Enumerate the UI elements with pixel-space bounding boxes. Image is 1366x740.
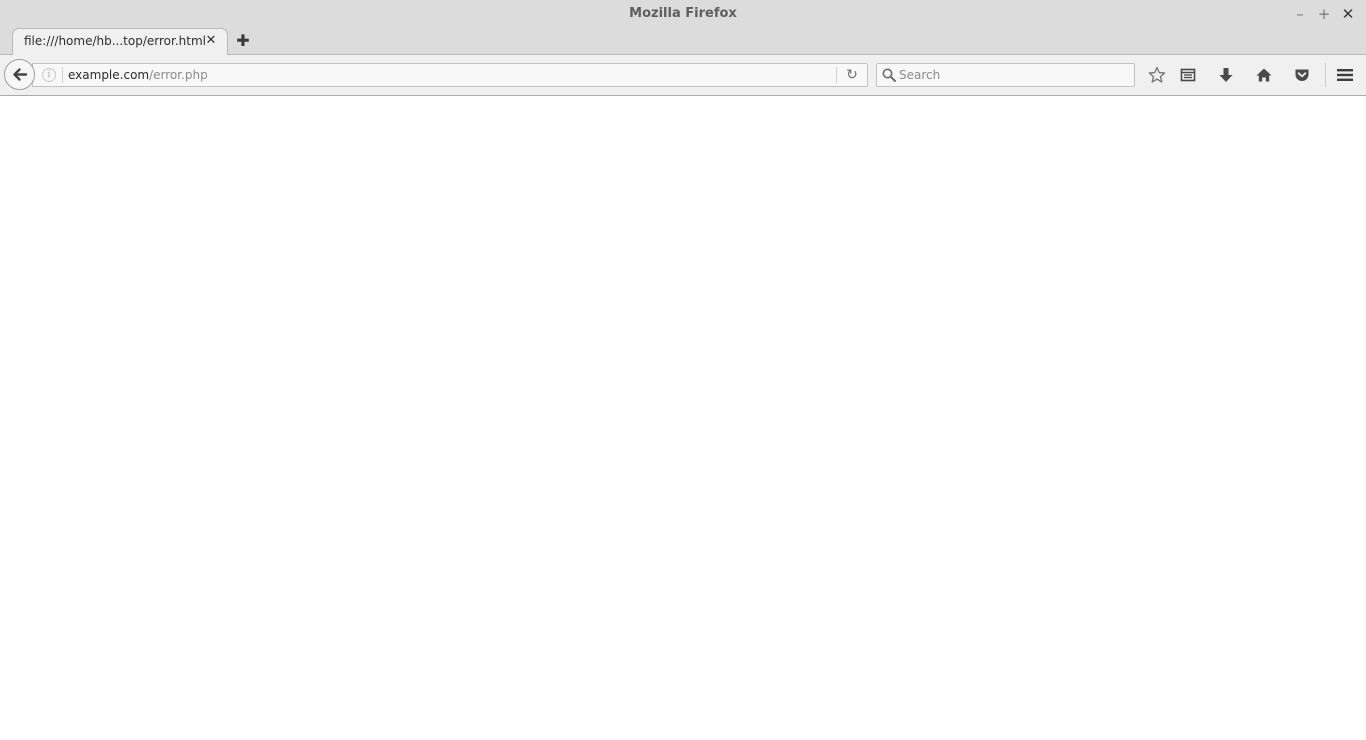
maximize-button[interactable]: + xyxy=(1314,4,1334,24)
tab-close-icon[interactable]: ✕ xyxy=(203,32,219,50)
tab-error-html[interactable]: file:///home/hb...top/error.html ✕ xyxy=(12,28,228,55)
new-tab-button[interactable]: ✚ xyxy=(233,31,253,51)
tab-label: file:///home/hb...top/error.html xyxy=(24,34,206,48)
reload-icon[interactable]: ↻ xyxy=(843,66,861,84)
site-info-icon[interactable]: i xyxy=(42,68,56,82)
search-input[interactable] xyxy=(899,66,1129,84)
url-bar[interactable]: i example.com/error.php ↻ xyxy=(32,63,868,87)
url-path: /error.php xyxy=(149,68,208,82)
back-arrow-icon xyxy=(13,68,28,81)
navigation-toolbar: i example.com/error.php ↻ xyxy=(0,55,1366,96)
download-arrow-icon[interactable] xyxy=(1216,65,1236,85)
search-icon xyxy=(882,68,896,82)
back-button[interactable] xyxy=(4,59,35,90)
window-title: Mozilla Firefox xyxy=(629,6,737,21)
toolbar-divider xyxy=(1325,63,1326,87)
pocket-icon[interactable] xyxy=(1292,65,1312,85)
close-window-button[interactable]: ✕ xyxy=(1338,4,1358,24)
search-bar[interactable] xyxy=(876,63,1135,87)
url-divider xyxy=(836,67,837,83)
tab-strip: file:///home/hb...top/error.html ✕ ✚ xyxy=(0,28,1366,55)
url-host: example.com xyxy=(68,68,150,82)
home-icon[interactable] xyxy=(1254,65,1274,85)
title-bar: Mozilla Firefox – + ✕ xyxy=(0,0,1366,28)
url-divider xyxy=(62,67,63,83)
browser-window: Mozilla Firefox – + ✕ file:///home/hb...… xyxy=(0,0,1366,740)
url-text[interactable]: example.com/error.php xyxy=(68,68,208,82)
reading-list-icon[interactable] xyxy=(1178,65,1198,85)
minimize-button[interactable]: – xyxy=(1290,4,1310,24)
hamburger-menu-icon[interactable] xyxy=(1335,65,1355,85)
page-content[interactable] xyxy=(0,96,1366,740)
bookmark-star-icon[interactable] xyxy=(1147,65,1167,85)
